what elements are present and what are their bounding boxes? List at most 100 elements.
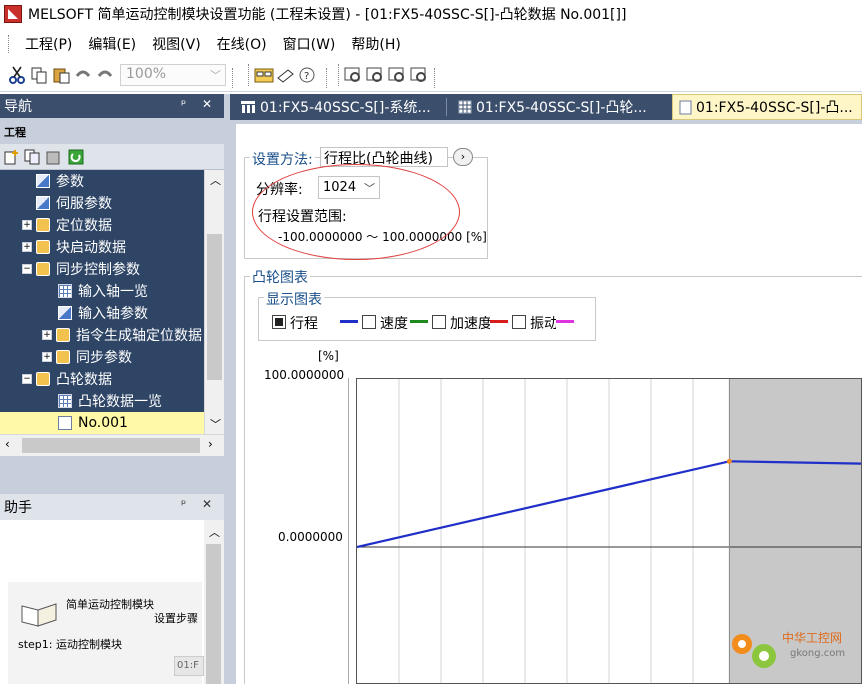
copy-item-icon[interactable] [24,149,40,165]
tool-icon[interactable] [276,66,296,84]
scroll-up-icon[interactable]: ︿ [209,524,220,540]
tree-item-label: 同步参数 [76,350,132,366]
page-icon [679,100,692,114]
acceleration-checkbox[interactable] [432,315,446,329]
stroke-checkbox[interactable] [272,315,286,329]
collapse-icon[interactable]: − [22,264,32,274]
new-item-icon[interactable] [4,149,20,165]
svg-text:?: ? [304,71,309,82]
window-title: MELSOFT 简单运动控制模块设置功能 (工程未设置) - [01:FX5-4… [28,7,627,23]
tree-vertical-scrollbar[interactable]: ︿ ﹀ [204,170,224,434]
tree-item[interactable]: + 指令生成轴定位数据 [0,324,204,346]
expand-icon[interactable]: + [42,352,52,362]
tab-system[interactable]: 01:FX5-40SSC-S[]-系统... [234,94,442,120]
vibration-checkbox[interactable] [512,315,526,329]
menu-grip [8,35,11,53]
tree-horizontal-scrollbar[interactable]: ‹ › [0,434,224,456]
tab-label: 01:FX5-40SSC-S[]-系统... [260,100,431,116]
paste-icon[interactable] [52,66,70,84]
search-icon[interactable] [344,66,362,84]
tree-item[interactable]: No.001 [0,412,204,434]
paste-item-icon[interactable] [46,149,62,165]
param-icon [36,196,50,210]
nav-pane-header: 导航 ᵖ ✕ [0,94,224,118]
expand-icon[interactable]: + [42,330,52,340]
redo-icon[interactable] [96,66,114,84]
scroll-up-icon[interactable]: ︿ [210,172,221,188]
layout-icon[interactable] [254,66,274,84]
collapse-icon[interactable]: − [22,374,32,384]
toolbar-separator [326,68,327,88]
folder-icon [56,328,70,342]
tab-cam-list[interactable]: 01:FX5-40SSC-S[]-凸轮... [452,94,658,120]
tree-item[interactable]: 输入轴参数 [0,302,204,324]
y-axis-unit: [%] [318,349,339,363]
method-browse-button[interactable]: › [453,148,473,166]
helper-badge: 01:F [174,656,204,676]
tree-item[interactable]: + 块启动数据 [0,236,204,258]
expand-icon[interactable]: + [22,242,32,252]
tree-item[interactable]: + 同步参数 [0,346,204,368]
tab-separator [446,98,447,116]
legend-speed-swatch [410,320,428,323]
find-next-icon[interactable] [388,66,406,84]
help-icon[interactable]: ? [298,66,316,84]
tree-item-label: 伺服参数 [56,196,112,212]
tree-item[interactable]: 输入轴一览 [0,280,204,302]
menu-online[interactable]: 在线(O) [209,34,275,54]
scroll-right-icon[interactable]: › [208,437,213,451]
zoom-value: 100% [126,66,167,82]
legend-stroke-label: 行程 [290,316,318,332]
menu-project[interactable]: 工程(P) [17,34,80,54]
scrollbar-thumb[interactable] [207,234,222,380]
find-list-icon[interactable] [410,66,428,84]
tree-item[interactable]: 凸轮数据一览 [0,390,204,412]
scroll-down-icon[interactable]: ﹀ [210,416,221,432]
display-chart-label: 显示图表 [264,289,324,309]
watermark-domain: gkong.com [790,648,845,659]
scrollbar-thumb[interactable] [206,544,221,684]
folder-icon [56,350,70,364]
tree-item[interactable]: − 同步控制参数 [0,258,204,280]
toolbar-separator [248,64,249,86]
nav-title: 导航 [4,99,32,115]
menu-help[interactable]: 帮助(H) [343,34,408,54]
helper-pane-header: 助手 ᵖ ✕ [0,494,224,520]
toolbar-separator [434,68,435,88]
tree-item-label: 块启动数据 [56,240,126,256]
copy-icon[interactable] [30,66,48,84]
grid-icon [58,394,72,408]
tree-item[interactable]: − 凸轮数据 [0,368,204,390]
helper-title: 助手 [4,500,32,516]
undo-icon[interactable] [74,66,92,84]
search-replace-icon[interactable] [366,66,384,84]
tree-item[interactable]: 参数 [0,170,204,192]
zoom-select[interactable]: 100% ﹀ [120,64,226,86]
helper-scrollbar[interactable]: ︿ [204,520,224,684]
tab-cam-data[interactable]: 01:FX5-40SSC-S[]-凸... [672,94,862,120]
grid-icon [458,100,472,114]
expand-icon[interactable]: + [22,220,32,230]
menu-view[interactable]: 视图(V) [144,34,209,54]
menu-edit[interactable]: 编辑(E) [80,34,144,54]
cut-icon[interactable] [8,66,26,84]
watermark-brand: 中华工控网 [782,630,842,645]
tree-item[interactable]: 伺服参数 [0,192,204,214]
helper-pane-controls[interactable]: ᵖ ✕ [181,497,218,511]
tree-item[interactable]: + 定位数据 [0,214,204,236]
legend-vibration-swatch [556,320,574,323]
refresh-icon[interactable] [68,149,84,165]
tree-item-label: 定位数据 [56,218,112,234]
scroll-left-icon[interactable]: ‹ [5,437,10,451]
menu-window[interactable]: 窗口(W) [275,34,344,54]
tree-item-label: 指令生成轴定位数据 [76,328,202,344]
menu-bar: 工程(P) 编辑(E) 视图(V) 在线(O) 窗口(W) 帮助(H) [0,30,862,58]
nav-pane-controls[interactable]: ᵖ ✕ [181,97,218,111]
title-bar: MELSOFT 简单运动控制模块设置功能 (工程未设置) - [01:FX5-4… [0,0,862,28]
scrollbar-thumb[interactable] [22,438,200,453]
toolbar-separator [232,68,233,88]
book-icon [21,603,57,627]
watermark-logo: 中华工控网 gkong.com [732,630,845,668]
y-tick-zero: 0.0000000 [278,530,343,544]
speed-checkbox[interactable] [362,315,376,329]
